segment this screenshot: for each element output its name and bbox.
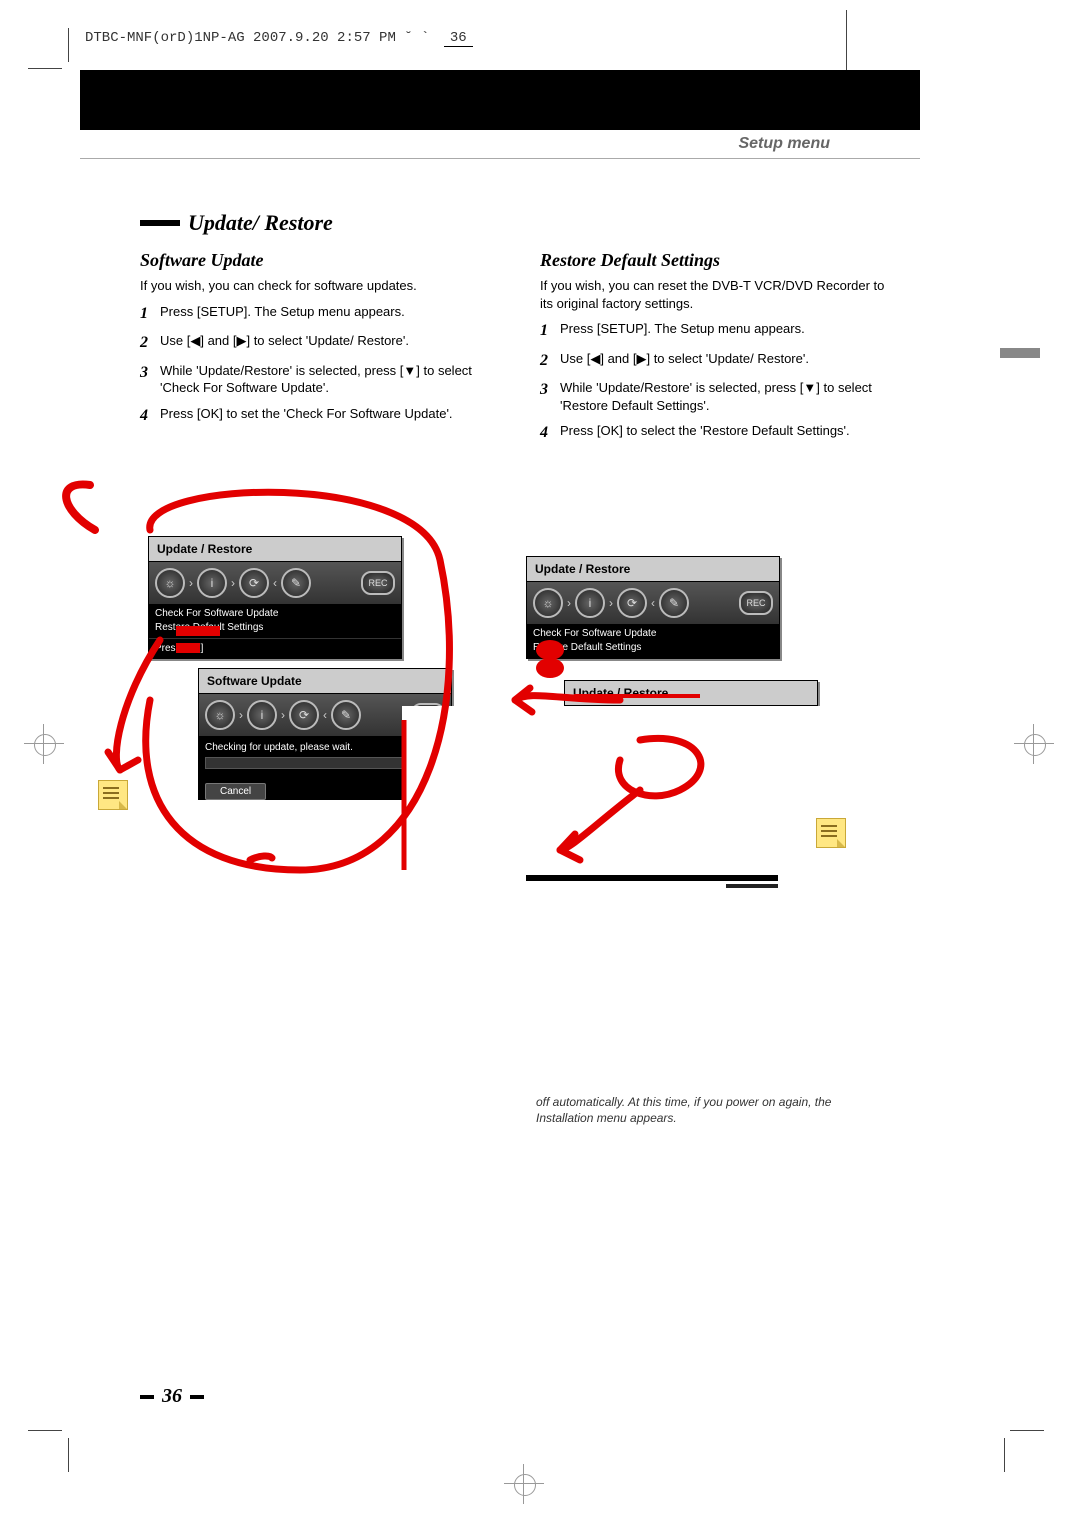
osd-list-item: Check For Software Update <box>155 607 395 621</box>
section-title-text: Update/ Restore <box>188 210 333 236</box>
restore-defaults-heading: Restore Default Settings <box>540 250 900 271</box>
software-update-intro: If you wish, you can check for software … <box>140 277 500 295</box>
restore-defaults-intro: If you wish, you can reset the DVB-T VCR… <box>540 277 900 312</box>
step-text: Press [SETUP]. The Setup menu appears. <box>560 320 805 338</box>
cancel-button[interactable]: Cancel <box>205 783 266 800</box>
osd-list-item: Check For Software Update <box>533 627 773 641</box>
step-text: While 'Update/Restore' is selected, pres… <box>560 379 900 414</box>
osd-icon-row: ☼› i› ⟳‹ ✎ REC <box>527 582 779 624</box>
tools-icon: ✎ <box>659 588 689 618</box>
left-column: Software Update If you wish, you can che… <box>140 250 500 452</box>
tools-icon: ✎ <box>281 568 311 598</box>
refresh-icon: ⟳ <box>289 700 319 730</box>
header-black-band <box>80 70 920 130</box>
osd-update-restore-right: Update / Restore ☼› i› ⟳‹ ✎ REC Check Fo… <box>526 556 780 659</box>
globe-icon: ☼ <box>533 588 563 618</box>
osd-edge-remnant <box>526 875 778 881</box>
sticky-note-icon[interactable] <box>816 818 846 848</box>
rec-icon: REC <box>361 571 395 595</box>
step-item: 1Press [SETUP]. The Setup menu appears. <box>540 320 900 342</box>
step-text: While 'Update/Restore' is selected, pres… <box>160 362 500 397</box>
osd-list-item: Restore Default Settings <box>155 621 395 635</box>
sticky-note-icon[interactable] <box>98 780 128 810</box>
osd-icon-row: ☼› i› ⟳‹ ✎ REC <box>149 562 401 604</box>
osd-list-item: Restore Default Settings <box>533 641 773 655</box>
osd-footer: Press [OK] <box>149 638 401 658</box>
step-text: Use [◀] and [▶] to select 'Update/ Resto… <box>160 332 409 350</box>
step-text: Press [OK] to set the 'Check For Softwar… <box>160 405 453 423</box>
info-icon: i <box>247 700 277 730</box>
step-item: 4Press [OK] to set the 'Check For Softwa… <box>140 405 500 427</box>
step-text: Use [◀] and [▶] to select 'Update/ Resto… <box>560 350 809 368</box>
osd-title: Update / Restore <box>565 681 817 706</box>
right-column: Restore Default Settings If you wish, yo… <box>540 250 900 452</box>
info-icon: i <box>575 588 605 618</box>
setup-menu-heading: Setup menu <box>738 135 830 153</box>
refresh-icon: ⟳ <box>617 588 647 618</box>
step-item: 2Use [◀] and [▶] to select 'Update/ Rest… <box>140 332 500 354</box>
step-text: Press [OK] to select the 'Restore Defaul… <box>560 422 850 440</box>
step-item: 3While 'Update/Restore' is selected, pre… <box>140 362 500 397</box>
osd-list: Check For Software Update Restore Defaul… <box>149 604 401 638</box>
software-update-heading: Software Update <box>140 250 500 271</box>
osd-title: Update / Restore <box>527 557 779 582</box>
osd-update-restore-left: Update / Restore ☼› i› ⟳‹ ✎ REC Check Fo… <box>148 536 402 659</box>
section-title-bar-icon <box>140 220 180 226</box>
osd-title: Update / Restore <box>149 537 401 562</box>
doc-filename: DTBC-MNF(orD)1NP-AG 2007.9.20 2:57 PM ˘ … <box>85 30 438 46</box>
divider <box>80 158 920 159</box>
rec-icon: REC <box>739 591 773 615</box>
step-item: 2Use [◀] and [▶] to select 'Update/ Rest… <box>540 350 900 372</box>
annotation-white-block <box>402 706 822 1100</box>
osd-title: Software Update <box>199 669 451 694</box>
globe-icon: ☼ <box>155 568 185 598</box>
osd-frame-remnant <box>726 884 778 888</box>
osd-list: Check For Software Update Restore Defaul… <box>527 624 779 658</box>
page-number-dash-icon <box>140 1395 154 1399</box>
footnote-text: off automatically. At this time, if you … <box>536 1094 836 1126</box>
step-item: 4Press [OK] to select the 'Restore Defau… <box>540 422 900 444</box>
page-number: 36 <box>140 1385 204 1408</box>
step-item: 3While 'Update/Restore' is selected, pre… <box>540 379 900 414</box>
doc-header-page: 36 <box>444 30 473 47</box>
side-accent-bar <box>1000 348 1040 358</box>
globe-icon: ☼ <box>205 700 235 730</box>
info-icon: i <box>197 568 227 598</box>
section-title: Update/ Restore <box>140 210 900 236</box>
document-header: DTBC-MNF(orD)1NP-AG 2007.9.20 2:57 PM ˘ … <box>85 30 473 47</box>
page-number-dash-icon <box>190 1395 204 1399</box>
page-number-value: 36 <box>162 1385 182 1408</box>
step-item: 1Press [SETUP]. The Setup menu appears. <box>140 303 500 325</box>
step-text: Press [SETUP]. The Setup menu appears. <box>160 303 405 321</box>
refresh-icon: ⟳ <box>239 568 269 598</box>
tools-icon: ✎ <box>331 700 361 730</box>
annotation-white-block <box>70 800 410 960</box>
